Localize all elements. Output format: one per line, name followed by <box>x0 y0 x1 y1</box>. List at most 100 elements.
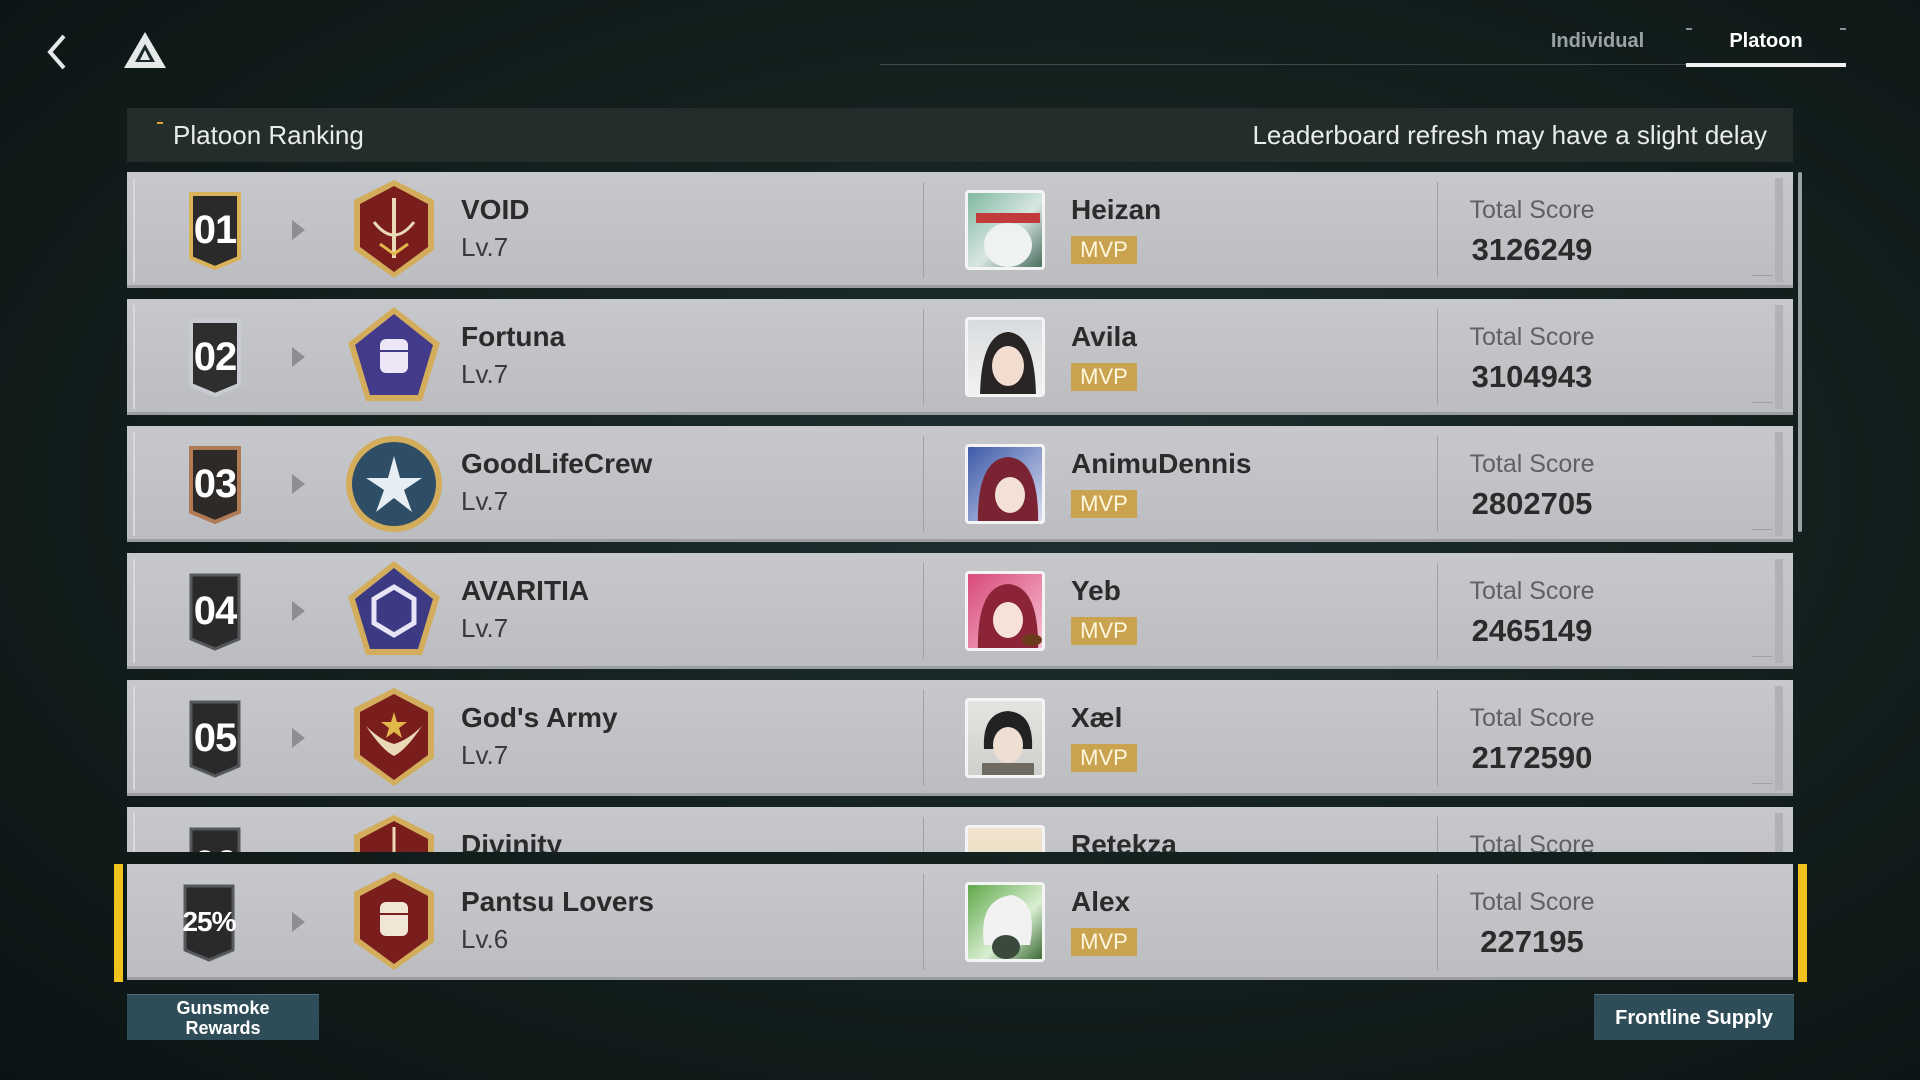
mvp-badge: MVP <box>1071 363 1137 391</box>
rank-number: 02 <box>193 335 238 379</box>
platoon-name: VOID <box>461 194 530 225</box>
gods-army-wings-emblem-icon <box>354 688 434 786</box>
ranking-row[interactable]: 02 Fortuna Lv.7 Avila MVP Total Score 31… <box>127 299 1793 415</box>
score-label: Total Score <box>1469 450 1595 478</box>
row-edge <box>1775 305 1783 409</box>
expand-arrow-icon[interactable] <box>290 727 306 749</box>
gunsmoke-rewards-button[interactable]: Gunsmoke Rewards <box>127 994 319 1040</box>
mvp-avatar[interactable] <box>965 444 1045 524</box>
row-edge <box>1775 178 1783 282</box>
mvp-badge: MVP <box>1071 617 1137 645</box>
row-edge <box>133 813 139 852</box>
platoon-name: Fortuna <box>461 321 566 352</box>
column-divider <box>923 874 924 970</box>
platoon-level: Lv.7 <box>461 359 509 389</box>
score-label: Total Score <box>1469 831 1595 852</box>
mvp-avatar[interactable] <box>965 882 1045 962</box>
rank-number: 05 <box>193 716 238 760</box>
frontline-supply-button[interactable]: Frontline Supply <box>1594 994 1794 1040</box>
refresh-notice: Leaderboard refresh may have a slight de… <box>1252 120 1767 150</box>
mvp-badge: MVP <box>1071 236 1137 264</box>
ranking-list[interactable]: 01 VOID Lv.7 Heizan MVP Total Score 3126… <box>0 170 1920 852</box>
pantsu-fist-emblem-icon <box>354 872 434 970</box>
list-scrollbar[interactable] <box>1798 172 1802 532</box>
ranking-header: Platoon Ranking Leaderboard refresh may … <box>127 108 1793 162</box>
ranking-row[interactable]: 01 VOID Lv.7 Heizan MVP Total Score 3126… <box>127 172 1793 288</box>
tab-platoon[interactable]: Platoon <box>1686 30 1846 53</box>
rewards-label-line1: Gunsmoke <box>176 998 270 1018</box>
header-accent-mark <box>157 122 163 124</box>
mvp-player-name: Alex <box>1071 886 1131 917</box>
tab-tick-mark <box>1840 28 1846 30</box>
score-label: Total Score <box>1469 704 1595 732</box>
row-decor <box>1749 402 1773 408</box>
platoon-name: AVARITIA <box>461 575 590 606</box>
highlight-bar <box>114 864 123 982</box>
mvp-badge: MVP <box>1071 928 1137 956</box>
mvp-avatar[interactable] <box>965 825 1045 852</box>
divinity-emblem-icon <box>354 815 434 852</box>
column-divider <box>923 182 924 278</box>
mvp-avatar[interactable] <box>965 190 1045 270</box>
rank-badge: 25% <box>181 882 237 962</box>
top-bar: Individual Platoon <box>0 0 1920 100</box>
my-platoon-row[interactable]: 25% Pantsu Lovers Lv.6 Alex MVP Total Sc… <box>127 864 1793 980</box>
expand-arrow-icon[interactable] <box>290 346 306 368</box>
platoon-name: God's Army <box>461 702 618 733</box>
expand-arrow-icon[interactable] <box>290 911 306 933</box>
mvp-avatar[interactable] <box>965 317 1045 397</box>
rank-badge: 02 <box>187 317 243 397</box>
row-decor <box>1749 656 1773 662</box>
platoon-level: Lv.7 <box>461 740 509 770</box>
mvp-avatar[interactable] <box>965 698 1045 778</box>
score-label: Total Score <box>1469 888 1595 916</box>
row-decor <box>1749 529 1773 535</box>
platoon-name: GoodLifeCrew <box>461 448 653 479</box>
platoon-level: Lv.7 <box>461 613 509 643</box>
ranking-row[interactable]: 04 AVARITIA Lv.7 Yeb MVP Total Score 246… <box>127 553 1793 669</box>
mvp-player-name: Heizan <box>1071 194 1162 225</box>
active-tab-underline <box>1686 63 1846 67</box>
mvp-player-name: Xæl <box>1071 702 1123 733</box>
rank-badge: 06 <box>187 825 243 852</box>
platoon-name: Pantsu Lovers <box>461 886 654 917</box>
mvp-badge: MVP <box>1071 744 1137 772</box>
rank-number: 01 <box>193 208 238 252</box>
score-value: 2172590 <box>1471 740 1593 775</box>
score-label: Total Score <box>1469 196 1595 224</box>
back-arrow-icon[interactable] <box>38 28 78 76</box>
ranking-title: Platoon Ranking <box>173 120 364 150</box>
column-divider <box>923 563 924 659</box>
game-logo-icon <box>124 32 166 68</box>
column-divider <box>923 817 924 852</box>
expand-arrow-icon[interactable] <box>290 219 306 241</box>
column-divider <box>923 309 924 405</box>
row-edge <box>133 178 139 282</box>
row-decor <box>1749 275 1773 281</box>
mvp-avatar[interactable] <box>965 571 1045 651</box>
row-decor <box>1749 783 1773 789</box>
rank-percent: 25% <box>182 906 236 937</box>
ranking-row[interactable]: 03 GoodLifeCrew Lv.7 AnimuDennis MVP Tot… <box>127 426 1793 542</box>
platoon-name: Divinity <box>461 829 563 852</box>
rank-badge: 03 <box>187 444 243 524</box>
mvp-player-name: AnimuDennis <box>1071 448 1252 479</box>
highlight-bar <box>1798 864 1807 982</box>
score-value: 2802705 <box>1471 486 1593 521</box>
fortuna-fist-emblem-icon <box>348 307 440 401</box>
row-edge <box>133 559 139 663</box>
platoon-level: Lv.7 <box>461 232 509 262</box>
tab-individual[interactable]: Individual <box>1525 30 1670 53</box>
expand-arrow-icon[interactable] <box>290 473 306 495</box>
score-label: Total Score <box>1469 323 1595 351</box>
row-edge <box>1775 686 1783 790</box>
row-edge <box>133 686 139 790</box>
score-value: 3104943 <box>1471 359 1593 394</box>
ranking-row[interactable]: 06 Divinity Retekza Total Score <box>127 807 1793 852</box>
mvp-player-name: Avila <box>1071 321 1137 352</box>
avaritia-hex-emblem-icon <box>348 561 440 655</box>
ranking-row[interactable]: 05 God's Army Lv.7 Xæl MVP Total Score 2… <box>127 680 1793 796</box>
expand-arrow-icon[interactable] <box>290 600 306 622</box>
rank-badge: 01 <box>187 190 243 270</box>
score-value: 3126249 <box>1471 232 1593 267</box>
